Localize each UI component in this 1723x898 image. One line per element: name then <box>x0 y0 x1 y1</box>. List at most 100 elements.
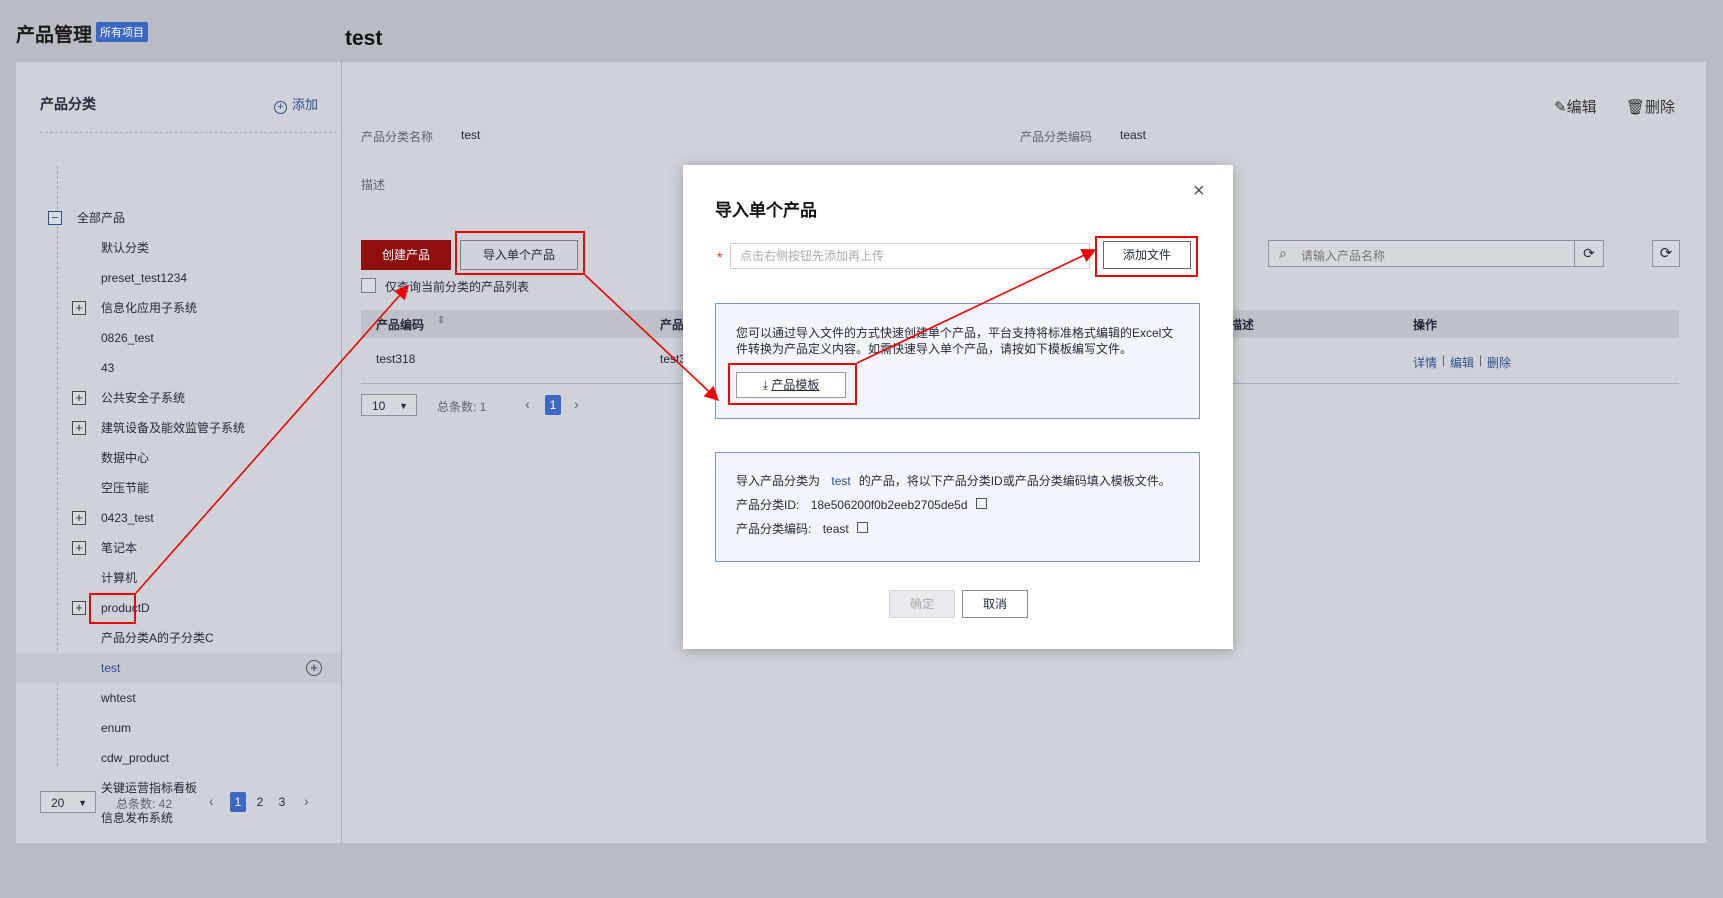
cat-name: test <box>831 474 851 488</box>
add-category-button[interactable]: + 添加 <box>274 94 318 114</box>
category-panel: 产品分类 + 添加 − 全部产品默认分类 preset_test1234 + 信息化应用子… <box>16 62 342 843</box>
expand-icon[interactable]: + <box>72 391 86 405</box>
info-line-2: 件转换为产品定义内容。如需快速导入单个产品，请按如下模板编写文件。 <box>736 342 1133 356</box>
tree-item[interactable]: 计算机 <box>16 563 341 593</box>
tree-item-label: test <box>101 661 121 675</box>
cat-suffix: 的产品，将以下产品分类ID或产品分类编码填入模板文件。 <box>858 474 1171 488</box>
only-current-checkbox[interactable] <box>361 278 376 293</box>
tree-item[interactable]: − 全部产品 <box>16 203 341 233</box>
tree-item[interactable]: +0423_test <box>16 503 341 533</box>
modal-title: 导入单个产品 <box>715 201 817 220</box>
copy-icon[interactable] <box>856 522 868 533</box>
row-delete-link[interactable]: 删除 <box>1487 354 1511 371</box>
page-button-1[interactable]: 1 <box>230 792 246 812</box>
prev-page-icon[interactable]: ‹ <box>209 793 214 809</box>
category-id-line: 产品分类ID: 18e506200f0b2eeb2705de5d <box>736 496 987 514</box>
tree-item[interactable]: 43 <box>16 353 341 383</box>
name-label: 产品分类名称 <box>361 130 434 144</box>
refresh-button[interactable]: ⟳ <box>1652 240 1680 267</box>
highlight-box <box>1095 236 1198 277</box>
tree-item-label: 计算机 <box>101 571 138 585</box>
tree-item-label: 笔记本 <box>101 541 138 555</box>
table-page-button-1[interactable]: 1 <box>545 395 561 415</box>
next-page-icon[interactable]: › <box>574 396 579 412</box>
col-ops: 操作 <box>1413 318 1438 332</box>
tree-item-label: 全部产品 <box>77 211 126 225</box>
pencil-icon: ✎ <box>1554 99 1567 116</box>
only-current-label: 仅查询当前分类的产品列表 <box>385 280 530 294</box>
tree-item-label: cdw_product <box>101 751 170 765</box>
tree-item[interactable]: 产品分类A的子分类C <box>16 623 341 653</box>
expand-icon[interactable]: + <box>72 541 86 555</box>
tree-item-label: 0423_test <box>101 511 154 525</box>
add-subcategory-icon[interactable]: + <box>306 660 322 676</box>
tree-item[interactable]: 数据中心 <box>16 443 341 473</box>
tree-item[interactable]: enum <box>16 713 341 743</box>
expand-icon[interactable]: + <box>72 601 86 615</box>
row-detail-link[interactable]: 详情 <box>1413 354 1437 371</box>
project-badge[interactable]: 所有项目 <box>96 22 148 42</box>
delete-button[interactable]: 🗑删除 <box>1626 96 1675 117</box>
highlight-box <box>455 231 585 275</box>
sort-icon[interactable]: ⇕ <box>437 315 445 326</box>
col-name: 产品 <box>660 318 685 332</box>
collapse-icon[interactable]: − <box>48 211 62 225</box>
tree-item[interactable]: 默认分类 <box>16 233 341 263</box>
tree-item-label: enum <box>101 721 132 735</box>
tree-item-label: 产品分类A的子分类C <box>101 631 214 645</box>
tree-item-label: 43 <box>101 361 115 375</box>
tree-item[interactable]: + 公共安全子系统 <box>16 383 341 413</box>
id-label: 产品分类ID: <box>736 498 800 512</box>
tree-item[interactable]: + productD <box>16 593 341 623</box>
file-path-input[interactable]: 点击右侧按钮先添加再上传 <box>730 243 1090 269</box>
search-refresh-icon[interactable]: ⟳ <box>1574 241 1603 266</box>
close-icon[interactable]: × <box>1193 180 1205 203</box>
tree-item-label: 建筑设备及能效监管子系统 <box>101 421 246 435</box>
search-input[interactable]: ⌕ 请输入产品名称 ⟳ <box>1268 240 1604 267</box>
expand-icon[interactable]: + <box>72 511 86 525</box>
expand-icon[interactable]: + <box>72 301 86 315</box>
col-code: 产品编码 <box>376 318 425 332</box>
tree-item-label: 信息化应用子系统 <box>101 301 198 315</box>
row-edit-link[interactable]: 编辑 <box>1450 354 1474 371</box>
edit-label: 编辑 <box>1566 99 1597 116</box>
category-info-line: 导入产品分类为 test 的产品，将以下产品分类ID或产品分类编码填入模板文件。 <box>736 472 1171 490</box>
tree-item[interactable]: test + <box>16 653 341 683</box>
search-icon: ⌕ <box>1279 245 1287 261</box>
code-value: teast <box>1120 128 1147 142</box>
highlight-box <box>728 363 857 405</box>
page-size-select[interactable]: 20 ▼ <box>40 791 96 813</box>
page-button-3[interactable]: 3 <box>274 792 290 812</box>
tree-item-label: 0826_test <box>101 331 154 345</box>
row-code: test318 <box>376 352 416 366</box>
page-button-2[interactable]: 2 <box>252 792 268 812</box>
tree-item[interactable]: 0826_test <box>16 323 341 353</box>
search-placeholder: 请输入产品名称 <box>1301 249 1386 263</box>
total-count: 总条数: 42 <box>116 797 173 811</box>
highlight-box <box>89 593 136 624</box>
desc-label: 描述 <box>361 178 386 192</box>
delete-label: 删除 <box>1645 99 1676 116</box>
cancel-button[interactable]: 取消 <box>962 590 1028 618</box>
tree-item[interactable]: cdw_product <box>16 743 341 773</box>
create-product-button[interactable]: 创建产品 <box>361 240 451 270</box>
copy-icon[interactable] <box>975 498 987 509</box>
caret-down-icon: ▼ <box>78 798 87 808</box>
caret-down-icon: ▼ <box>399 401 408 411</box>
next-page-icon[interactable]: › <box>304 793 309 809</box>
category-panel-title: 产品分类 <box>40 96 96 112</box>
edit-button[interactable]: ✎编辑 <box>1554 96 1597 117</box>
tree-item[interactable]: whtest <box>16 683 341 713</box>
table-page-size-select[interactable]: 10 ▼ <box>361 394 417 416</box>
expand-icon[interactable]: + <box>72 421 86 435</box>
tree-item-label: preset_test1234 <box>101 271 188 285</box>
tree-item[interactable]: + 建筑设备及能效监管子系统 <box>16 413 341 443</box>
prev-page-icon[interactable]: ‹ <box>525 396 530 412</box>
confirm-button[interactable]: 确定 <box>889 590 955 618</box>
tree-item[interactable]: + 信息化应用子系统 <box>16 293 341 323</box>
tree-item[interactable]: preset_test1234 <box>16 263 341 293</box>
table-total-count: 总条数: 1 <box>437 400 487 414</box>
divider <box>40 132 337 133</box>
tree-item[interactable]: + 笔记本 <box>16 533 341 563</box>
tree-item[interactable]: 空压节能 <box>16 473 341 503</box>
